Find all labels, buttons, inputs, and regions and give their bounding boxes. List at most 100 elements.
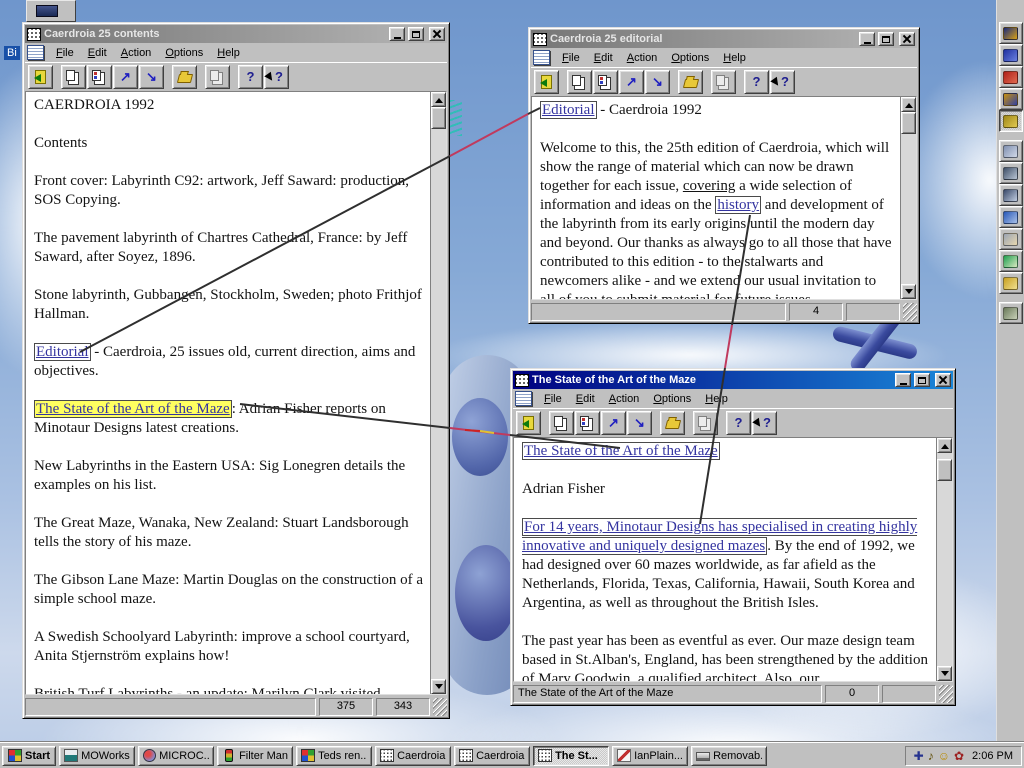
context-help-icon[interactable]: ? [770, 69, 795, 94]
menu-item-action[interactable]: Action [620, 50, 665, 66]
disk-doc-icon[interactable] [998, 250, 1023, 272]
scroll-down-button[interactable] [901, 284, 916, 299]
help-icon[interactable]: ? [744, 69, 769, 94]
snake-tool-icon[interactable] [998, 110, 1023, 132]
export-doc-icon[interactable] [998, 228, 1023, 250]
task-filter-manager[interactable]: Filter Man... [217, 745, 294, 766]
open-folder-icon[interactable] [678, 69, 703, 94]
maximize-button[interactable] [914, 373, 930, 387]
copy-icon[interactable] [711, 69, 736, 94]
titlebar[interactable]: Caerdroia 25 editorial [531, 30, 917, 48]
copy-icon[interactable] [693, 410, 718, 435]
vertical-scrollbar[interactable] [936, 438, 952, 681]
menu-item-help[interactable]: Help [698, 391, 735, 407]
maximize-button[interactable] [878, 32, 894, 46]
desktop-icon-label[interactable]: Bi [4, 46, 20, 60]
wallet-tool-icon[interactable] [998, 302, 1023, 324]
system-document-icon[interactable] [27, 45, 44, 60]
background-window-fragment[interactable] [26, 0, 76, 22]
vertical-scrollbar[interactable] [900, 97, 916, 299]
close-button[interactable] [899, 32, 915, 46]
virus-scanner-icon[interactable]: ✿ [954, 750, 964, 762]
send-document-icon[interactable] [998, 140, 1023, 162]
menu-item-edit[interactable]: Edit [587, 50, 620, 66]
menu-item-edit[interactable]: Edit [81, 45, 114, 61]
copy-document-icon[interactable] [549, 410, 574, 435]
help-icon[interactable]: ? [726, 410, 751, 435]
menu-item-edit[interactable]: Edit [569, 391, 602, 407]
volume-icon[interactable]: ♪ [928, 750, 934, 762]
system-document-icon[interactable] [533, 50, 550, 65]
monitor-tool-icon[interactable] [998, 206, 1023, 228]
menu-item-action[interactable]: Action [114, 45, 159, 61]
show-links-icon[interactable]: ↘ [139, 64, 164, 89]
help-icon[interactable]: ? [238, 64, 263, 89]
titlebar[interactable]: Caerdroia 25 contents [25, 25, 447, 43]
hyperlink[interactable]: Editorial [540, 101, 597, 119]
menu-item-file[interactable]: File [537, 391, 569, 407]
menu-item-help[interactable]: Help [210, 45, 247, 61]
context-help-icon[interactable]: ? [752, 410, 777, 435]
copy-icon[interactable] [205, 64, 230, 89]
start-button[interactable]: Start [2, 745, 57, 766]
minimize-button[interactable] [389, 27, 405, 41]
copy-document-icon[interactable] [61, 64, 86, 89]
padlock-tool-icon[interactable] [998, 88, 1023, 110]
system-document-icon[interactable] [515, 391, 532, 406]
minimize-button[interactable] [895, 373, 911, 387]
hyperlink[interactable]: The State of the Art of the Maze [522, 442, 720, 460]
close-button[interactable] [429, 27, 445, 41]
vertical-scrollbar[interactable] [430, 92, 446, 694]
exit-door-icon[interactable] [516, 410, 541, 435]
task-moworks[interactable]: MOWorks [59, 745, 136, 766]
menu-item-help[interactable]: Help [716, 50, 753, 66]
exit-door-icon[interactable] [28, 64, 53, 89]
menu-item-options[interactable]: Options [646, 391, 698, 407]
document-text[interactable]: CAERDROIA 1992 Contents Front cover: Labyr… [26, 92, 430, 694]
resize-grip[interactable] [939, 685, 953, 703]
task-caerdroia-editorial[interactable]: Caerdroia... [454, 745, 531, 766]
bug-tool-icon[interactable] [998, 22, 1023, 44]
open-folder-icon[interactable] [660, 410, 685, 435]
context-help-icon[interactable]: ? [264, 64, 289, 89]
resize-grip[interactable] [903, 303, 917, 321]
scroll-up-button[interactable] [901, 97, 916, 112]
close-button[interactable] [935, 373, 951, 387]
scroll-down-button[interactable] [937, 666, 952, 681]
show-links-icon[interactable]: ↘ [627, 410, 652, 435]
open-folder-icon[interactable] [172, 64, 197, 89]
scroll-thumb[interactable] [431, 107, 446, 129]
follow-link-icon[interactable]: ↗ [113, 64, 138, 89]
follow-link-icon[interactable]: ↗ [619, 69, 644, 94]
task-ianplain[interactable]: IanPlain.... [612, 745, 689, 766]
scroll-thumb[interactable] [901, 112, 916, 134]
menu-item-file[interactable]: File [555, 50, 587, 66]
menu-item-file[interactable]: File [49, 45, 81, 61]
card-doc-icon[interactable] [998, 272, 1023, 294]
scroll-thumb[interactable] [937, 459, 952, 481]
scroll-down-button[interactable] [431, 679, 446, 694]
scanner-tool-icon[interactable] [998, 162, 1023, 184]
document-text[interactable]: Editorial - Caerdroia 1992 Welcome to thi… [532, 97, 900, 299]
task-teds-ren[interactable]: Teds ren... [296, 745, 373, 766]
minimize-button[interactable] [859, 32, 875, 46]
hyperlink[interactable]: history [715, 196, 762, 214]
exit-door-icon[interactable] [534, 69, 559, 94]
hyperlink[interactable]: The State of the Art of the Maze [34, 400, 232, 418]
scroll-up-button[interactable] [937, 438, 952, 453]
scroll-up-button[interactable] [431, 92, 446, 107]
ribbon-tool-icon[interactable] [998, 44, 1023, 66]
scheduler-agent-icon[interactable]: ☺ [938, 750, 950, 762]
replace-document-icon[interactable] [87, 64, 112, 89]
menu-item-action[interactable]: Action [602, 391, 647, 407]
replace-document-icon[interactable] [575, 410, 600, 435]
resize-grip[interactable] [433, 698, 447, 716]
antivirus-shield-icon[interactable]: ✚ [914, 750, 924, 762]
toolbox-tool-icon[interactable] [998, 66, 1023, 88]
printer-tool-icon[interactable] [998, 184, 1023, 206]
maximize-button[interactable] [408, 27, 424, 41]
menu-item-options[interactable]: Options [664, 50, 716, 66]
show-links-icon[interactable]: ↘ [645, 69, 670, 94]
titlebar[interactable]: The State of the Art of the Maze [513, 371, 953, 389]
replace-document-icon[interactable] [593, 69, 618, 94]
